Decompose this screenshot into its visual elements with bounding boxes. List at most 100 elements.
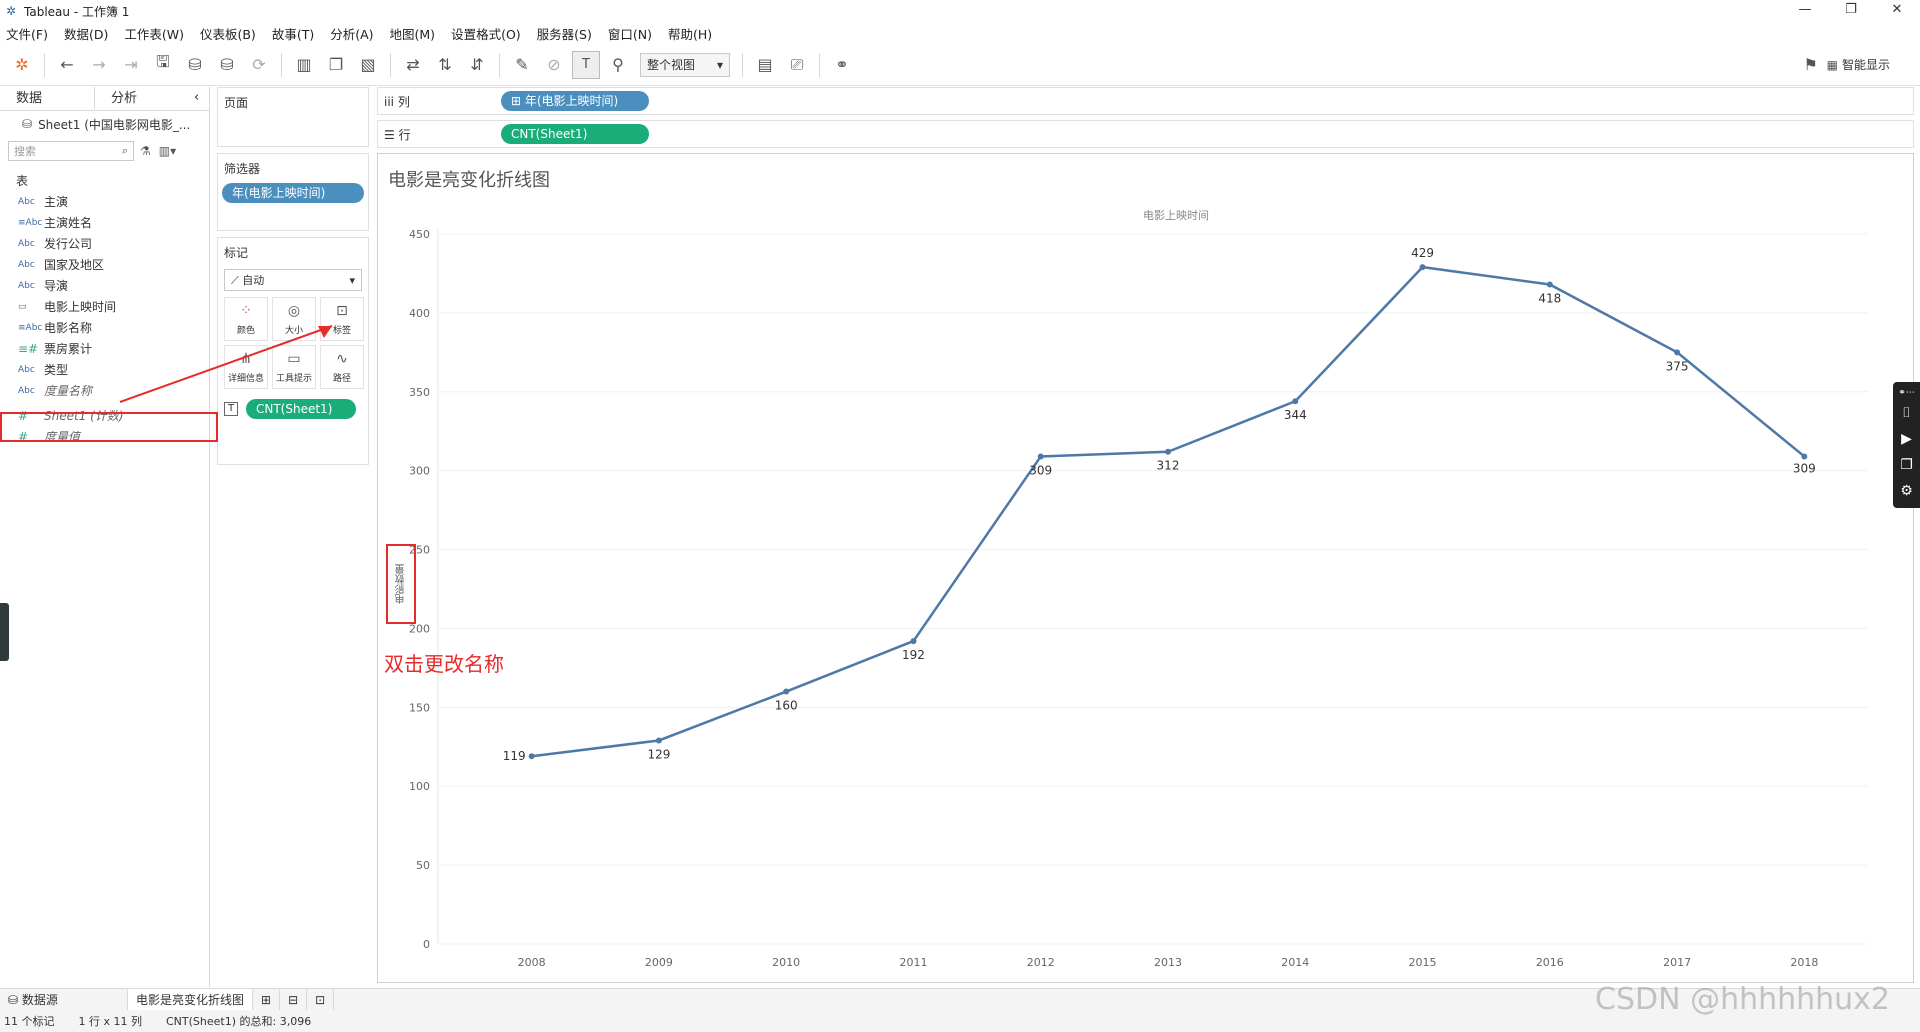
new-dashboard-icon[interactable]: ⊟ <box>280 988 308 1011</box>
columns-pill[interactable]: ⊞ 年(电影上映时间) <box>501 91 649 111</box>
data-label: 429 <box>1411 246 1434 260</box>
data-point <box>1801 453 1808 460</box>
field-item[interactable]: Abc 导演 <box>0 275 209 296</box>
menu-data[interactable]: 数据(D) <box>64 24 108 43</box>
pause-update-icon[interactable]: ⛁ <box>213 51 241 79</box>
field-item[interactable]: ≡Abc 主演姓名 <box>0 212 209 233</box>
group-icon[interactable]: ⊘ <box>540 51 568 79</box>
presentation-icon[interactable]: ⎚ <box>783 51 811 79</box>
highlighter-icon[interactable]: ⚑ <box>1797 51 1825 79</box>
video-icon[interactable]: ▶ <box>1901 426 1912 452</box>
data-point <box>1546 281 1553 288</box>
pin-icon[interactable]: ⚲ <box>604 51 632 79</box>
tableau-home-icon[interactable]: ✲ <box>8 51 36 79</box>
field-name: 票房累计 <box>44 342 93 356</box>
smart-display-button[interactable]: ▦ 智能显示 <box>1827 56 1890 73</box>
window-title: Tableau - 工作簿 1 <box>24 4 130 19</box>
windows-icon[interactable]: ❐ <box>1900 452 1913 478</box>
tab-sheet[interactable]: 电影是亮变化折线图 <box>128 988 254 1011</box>
menu-dashboard[interactable]: 仪表板(B) <box>200 24 256 43</box>
highlight-icon[interactable]: ✎ <box>508 51 536 79</box>
field-item[interactable]: Abc 主演 <box>0 191 209 212</box>
new-datasource-icon[interactable]: ⛁ <box>181 51 209 79</box>
fit-view-select[interactable]: 整个视图 ▾ <box>640 52 730 77</box>
minimize-button[interactable]: — <box>1782 0 1828 22</box>
left-edge-handle[interactable] <box>0 603 9 661</box>
save-icon[interactable]: 🖫 <box>149 51 177 79</box>
filters-card[interactable]: 筛选器 年(电影上映时间) <box>217 153 369 231</box>
data-point <box>783 688 790 695</box>
data-label: 119 <box>503 749 526 763</box>
highlight-box <box>0 412 218 442</box>
replay-icon[interactable]: ⇥ <box>117 51 145 79</box>
camera-icon[interactable]: ⌷ <box>1902 400 1910 426</box>
series-line <box>531 265 1806 758</box>
field-item[interactable]: Abc 国家及地区 <box>0 254 209 275</box>
x-tick-label: 2011 <box>899 956 927 969</box>
data-point <box>528 753 535 760</box>
view-options-icon[interactable]: ▥▾ <box>159 144 176 158</box>
menu-window[interactable]: 窗口(N) <box>608 24 652 43</box>
x-tick-label: 2012 <box>1027 956 1055 969</box>
menu-analysis[interactable]: 分析(A) <box>330 24 373 43</box>
show-cards-icon[interactable]: ▤ <box>751 51 779 79</box>
search-placeholder: 搜索 <box>14 145 36 158</box>
link-icon[interactable]: ⚭⋯ <box>1898 386 1915 400</box>
search-icon: ⌕ <box>121 144 128 157</box>
menu-file[interactable]: 文件(F) <box>6 24 48 43</box>
close-button[interactable]: ✕ <box>1874 0 1920 22</box>
data-point <box>910 638 917 645</box>
pages-card[interactable]: 页面 <box>217 87 369 147</box>
sort-ascending-icon[interactable]: ⇅ <box>431 51 459 79</box>
watermark: CSDN @hhhhhhux2 <box>1595 982 1891 1017</box>
rows-pill[interactable]: CNT(Sheet1) <box>501 124 649 144</box>
field-type-icon: Abc <box>18 385 35 396</box>
new-sheet-icon[interactable]: ⊞ <box>253 988 281 1011</box>
collapse-panel-icon[interactable]: ‹ <box>194 90 199 105</box>
tab-analysis[interactable]: 分析 <box>95 87 190 110</box>
toolbar-divider <box>499 52 500 77</box>
search-input[interactable]: 搜索 ⌕ <box>8 141 134 161</box>
datasource-item[interactable]: ⛁ Sheet1 (中国电影网电影_... <box>0 111 209 137</box>
menu-server[interactable]: 服务器(S) <box>537 24 592 43</box>
marks-card-title: 标记 <box>224 246 249 260</box>
settings-icon[interactable]: ⚙ <box>1900 478 1913 504</box>
field-type-icon: Abc <box>18 280 35 291</box>
rows-shelf[interactable]: ☰ 行 CNT(Sheet1) <box>377 120 1914 148</box>
field-type-icon: Abc <box>18 364 35 375</box>
menu-map[interactable]: 地图(M) <box>390 24 436 43</box>
y-axis-label[interactable]: 电影数量 <box>394 564 409 604</box>
menu-bar: 文件(F) 数据(D) 工作表(W) 仪表板(B) 故事(T) 分析(A) 地图… <box>0 22 1920 44</box>
mark-type-select[interactable]: ⟋ 自动 ▾ <box>224 269 362 291</box>
swap-icon[interactable]: ⇄ <box>399 51 427 79</box>
tab-datasource[interactable]: ⛁ 数据源 <box>0 988 128 1011</box>
field-name: 发行公司 <box>44 237 93 251</box>
show-labels-icon[interactable]: T <box>572 50 600 79</box>
redo-icon[interactable]: → <box>85 51 113 79</box>
rows-icon: ☰ <box>384 127 399 142</box>
status-marks: 11 个标记 <box>4 1015 55 1028</box>
menu-worksheet[interactable]: 工作表(W) <box>124 24 184 43</box>
filter-icon[interactable]: ⚗ <box>140 144 151 158</box>
new-story-icon[interactable]: ⊡ <box>307 988 335 1011</box>
data-point <box>1674 349 1681 356</box>
tab-data[interactable]: 数据 <box>0 87 95 110</box>
columns-shelf[interactable]: iii 列 ⊞ 年(电影上映时间) <box>377 87 1914 115</box>
filter-pill[interactable]: 年(电影上映时间) <box>222 183 364 203</box>
duplicate-sheet-icon[interactable]: ❐ <box>322 51 350 79</box>
refresh-icon[interactable]: ⟳ <box>245 51 273 79</box>
menu-story[interactable]: 故事(T) <box>272 24 314 43</box>
new-sheet-icon[interactable]: ▥ <box>290 51 318 79</box>
sort-descending-icon[interactable]: ⇵ <box>463 51 491 79</box>
clear-sheet-icon[interactable]: ▧ <box>354 51 382 79</box>
restore-button[interactable]: ❐ <box>1828 0 1874 22</box>
menu-help[interactable]: 帮助(H) <box>668 24 712 43</box>
menu-format[interactable]: 设置格式(O) <box>451 24 521 43</box>
field-type-icon: Abc <box>18 238 35 249</box>
undo-icon[interactable]: ← <box>53 51 81 79</box>
search-row: 搜索 ⌕ ⚗ ▥▾ <box>0 137 209 165</box>
field-name: 主演姓名 <box>44 216 93 230</box>
status-sum: CNT(Sheet1) 的总和: 3,096 <box>166 1015 312 1028</box>
share-icon[interactable]: ⚭ <box>828 51 856 79</box>
field-item[interactable]: Abc 发行公司 <box>0 233 209 254</box>
